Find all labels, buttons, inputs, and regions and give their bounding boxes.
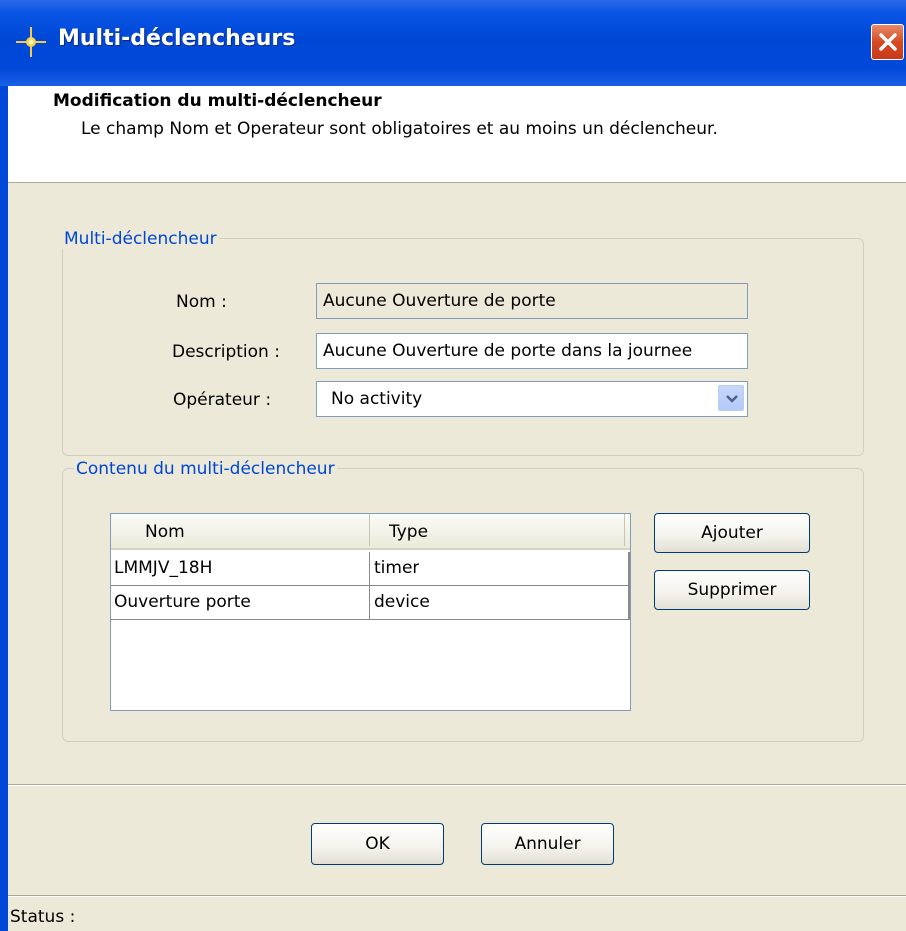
remove-trigger-button[interactable]: Supprimer — [654, 570, 810, 610]
add-trigger-button[interactable]: Ajouter — [654, 513, 810, 553]
table-row[interactable]: LMMJV_18H timer — [111, 552, 630, 586]
description-label: Description : — [172, 342, 280, 362]
row-type: device — [374, 592, 430, 612]
close-icon — [879, 33, 897, 51]
table-header: Nom Type — [111, 514, 630, 550]
group-multi-legend: Multi-déclencheur — [62, 229, 219, 249]
chevron-down-icon[interactable] — [718, 385, 744, 411]
row-nom: LMMJV_18H — [114, 558, 213, 578]
operateur-select[interactable]: No activity — [316, 381, 748, 417]
operateur-value: No activity — [331, 389, 423, 409]
column-header-type[interactable]: Type — [389, 522, 428, 542]
cell-divider — [369, 586, 370, 620]
column-header-nom[interactable]: Nom — [145, 522, 185, 542]
nom-label: Nom : — [176, 292, 227, 312]
ok-button[interactable]: OK — [311, 823, 444, 865]
header-subtitle: Le champ Nom et Operateur sont obligatoi… — [81, 119, 718, 139]
footer-separator — [8, 784, 906, 786]
status-separator — [8, 895, 906, 897]
table-row[interactable]: Ouverture porte device — [111, 586, 630, 620]
window-left-border — [0, 86, 8, 931]
status-label: Status : — [10, 907, 76, 927]
row-nom: Ouverture porte — [114, 592, 251, 612]
triggers-table[interactable]: Nom Type LMMJV_18H timer Ouverture porte… — [110, 513, 631, 711]
close-button[interactable] — [871, 24, 904, 60]
row-type: timer — [374, 558, 420, 578]
column-divider — [624, 514, 625, 546]
column-divider[interactable] — [369, 514, 370, 546]
group-contenu-legend: Contenu du multi-déclencheur — [74, 459, 337, 479]
cell-divider — [369, 552, 370, 586]
cancel-button[interactable]: Annuler — [481, 823, 614, 865]
sparkle-icon — [14, 25, 48, 59]
operateur-label: Opérateur : — [173, 390, 272, 410]
nom-field[interactable]: Aucune Ouverture de porte — [316, 283, 748, 319]
description-field[interactable]: Aucune Ouverture de porte dans la journe… — [316, 333, 748, 369]
window-title: Multi-déclencheurs — [58, 26, 296, 51]
header-title: Modification du multi-déclencheur — [53, 91, 382, 111]
